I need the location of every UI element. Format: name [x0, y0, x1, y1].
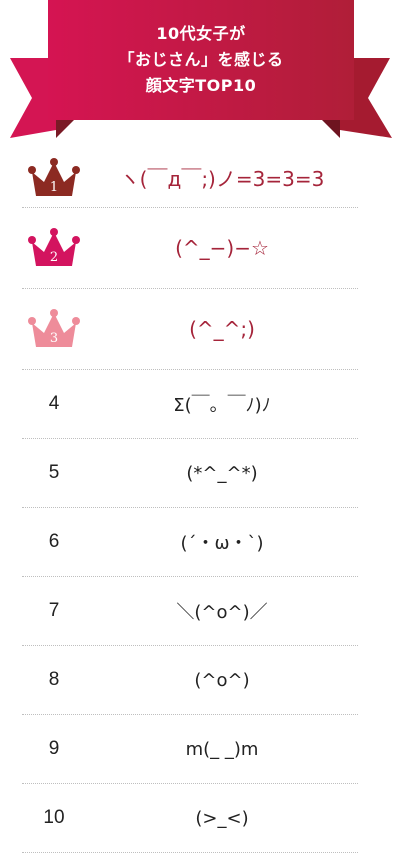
rank-number: 7 — [48, 600, 60, 621]
rank-number: 2 — [49, 250, 59, 265]
emoticon-text: (^_^;) — [189, 317, 255, 341]
emoticon-text: (*^_^*) — [186, 462, 258, 484]
ranking-row-3: 3 (^_^;) — [22, 289, 358, 370]
emoticon-text: ヽ(￣д￣;)ノ=3=3=3 — [119, 167, 325, 191]
title-banner: 10代女子が 「おじさん」を感じる 顔文字TOP10 — [0, 0, 400, 150]
ranking-row-9: 9 m(_ _)m — [22, 715, 358, 784]
banner-line-2: 「おじさん」を感じる — [118, 50, 284, 69]
silver-crown-icon: 2 — [28, 228, 80, 268]
ranking-row-8: 8 (^o^) — [22, 646, 358, 715]
gold-crown-icon: 1 — [28, 157, 80, 198]
ranking-list: 1 ヽ(￣д￣;)ノ=3=3=3 2 (^_−)−☆ 3 (^_^;) 4 Σ(… — [0, 148, 400, 853]
ranking-row-5: 5 (*^_^*) — [22, 439, 358, 508]
ranking-row-2: 2 (^_−)−☆ — [22, 208, 358, 289]
rank-number: 9 — [48, 738, 60, 759]
emoticon-text: m(_ _)m — [185, 738, 259, 760]
rank-number: 8 — [48, 669, 60, 690]
ranking-row-7: 7 ＼(^o^)／ — [22, 577, 358, 646]
rank-number: 4 — [48, 393, 60, 414]
rank-number: 1 — [49, 179, 59, 195]
rank-number: 5 — [48, 462, 60, 483]
ranking-row-6: 6 (´・ω・`) — [22, 508, 358, 577]
rank-number: 10 — [43, 807, 65, 828]
emoticon-text: ＼(^o^)／ — [176, 602, 268, 623]
emoticon-text: Σ(￣。￣ﾉ)ﾉ — [173, 395, 271, 416]
emoticon-text: (^o^) — [194, 669, 250, 691]
emoticon-text: (>_<) — [195, 807, 249, 829]
banner-line-3: 顔文字TOP10 — [145, 76, 257, 95]
banner-title: 10代女子が 「おじさん」を感じる 顔文字TOP10 — [48, 0, 354, 120]
emoticon-text: (´・ω・`) — [180, 533, 264, 554]
ranking-row-4: 4 Σ(￣。￣ﾉ)ﾉ — [22, 370, 358, 439]
bronze-crown-icon: 3 — [28, 309, 80, 349]
banner-line-1: 10代女子が — [156, 24, 246, 43]
emoticon-text: (^_−)−☆ — [175, 236, 269, 260]
ranking-row-10: 10 (>_<) — [22, 784, 358, 853]
ranking-row-1: 1 ヽ(￣д￣;)ノ=3=3=3 — [22, 148, 358, 208]
rank-number: 3 — [49, 331, 59, 346]
rank-number: 6 — [48, 531, 60, 552]
